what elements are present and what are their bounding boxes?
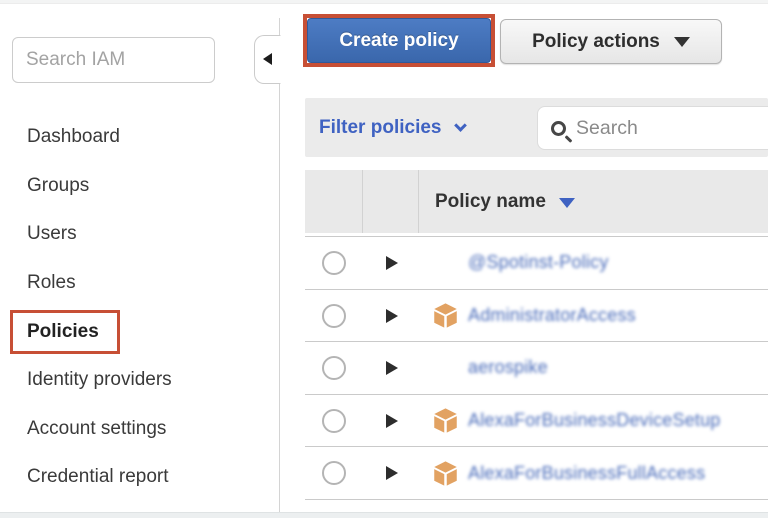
policy-search-input[interactable]	[576, 117, 768, 140]
aws-managed-policy-icon	[432, 407, 459, 434]
sidebar-item-label: Users	[27, 223, 77, 245]
sidebar-item-users[interactable]: Users	[0, 210, 278, 259]
policy-name-cell: @Spotinst-Policy	[432, 237, 609, 289]
policy-table-row: AdministratorAccess	[305, 290, 768, 343]
sidebar-item-account-settings[interactable]: Account settings	[0, 405, 278, 454]
sidebar-item-credential-report[interactable]: Credential report	[0, 453, 278, 502]
iam-console-screen: Dashboard Groups Users Roles Policies Id…	[0, 0, 768, 518]
filter-policies-label: Filter policies	[319, 117, 441, 139]
sidebar-item-label: Policies	[10, 310, 120, 354]
policy-name-link[interactable]: aerospike	[468, 357, 548, 378]
aws-managed-policy-icon	[432, 354, 459, 381]
policy-table-body: @Spotinst-Policy AdministratorAccess	[305, 236, 768, 500]
filter-bar: Filter policies	[305, 98, 768, 157]
sort-desc-icon	[559, 198, 575, 208]
policy-name-link[interactable]: AdministratorAccess	[468, 305, 636, 326]
create-policy-button[interactable]: Create policy	[307, 18, 491, 63]
policy-name-column-header[interactable]: Policy name	[435, 170, 575, 233]
filter-policies-dropdown[interactable]: Filter policies	[319, 117, 465, 139]
column-separator	[362, 170, 363, 233]
sidebar-item-label: Credential report	[27, 466, 169, 488]
policy-name-link[interactable]: AlexaForBusinessFullAccess	[468, 463, 705, 484]
sidebar-item-label: Roles	[27, 272, 76, 294]
caret-down-icon	[674, 37, 690, 47]
create-policy-highlight-box: Create policy	[303, 14, 495, 67]
column-separator	[418, 170, 419, 233]
search-icon	[551, 121, 566, 136]
policies-main-panel: Create policy Policy actions Filter poli…	[280, 0, 768, 518]
policy-name-cell: AdministratorAccess	[432, 290, 636, 342]
sidebar-collapse-tab[interactable]	[254, 35, 281, 84]
chevron-down-icon	[455, 119, 468, 132]
sidebar-item-roles[interactable]: Roles	[0, 259, 278, 308]
select-policy-radio[interactable]	[322, 304, 346, 328]
policy-name-link[interactable]: @Spotinst-Policy	[468, 252, 609, 273]
policy-search-box	[537, 106, 768, 150]
policy-name-link[interactable]: AlexaForBusinessDeviceSetup	[468, 410, 721, 431]
policy-table-row: AlexaForBusinessDeviceSetup	[305, 395, 768, 448]
policy-table-row: aerospike	[305, 342, 768, 395]
expand-row-caret-icon[interactable]	[386, 414, 398, 428]
sidebar-item-label: Groups	[27, 175, 89, 197]
sidebar-item-groups[interactable]: Groups	[0, 162, 278, 211]
chevron-left-icon	[263, 53, 272, 65]
policy-actions-label: Policy actions	[532, 31, 660, 53]
sidebar-item-label: Account settings	[27, 418, 166, 440]
policy-actions-button[interactable]: Policy actions	[500, 19, 722, 64]
select-policy-radio[interactable]	[322, 461, 346, 485]
window-bottom-edge	[0, 512, 768, 518]
expand-row-caret-icon[interactable]	[386, 309, 398, 323]
select-policy-radio[interactable]	[322, 251, 346, 275]
expand-row-caret-icon[interactable]	[386, 256, 398, 270]
policy-name-header-label: Policy name	[435, 191, 546, 213]
select-policy-radio[interactable]	[322, 356, 346, 380]
policy-name-cell: AlexaForBusinessDeviceSetup	[432, 395, 721, 447]
aws-managed-policy-icon	[432, 249, 459, 276]
policy-table-row: AlexaForBusinessFullAccess	[305, 447, 768, 500]
policy-table-header: Policy name	[305, 170, 768, 233]
sidebar-item-label: Dashboard	[27, 126, 120, 148]
expand-row-caret-icon[interactable]	[386, 361, 398, 375]
aws-managed-policy-icon	[432, 302, 459, 329]
sidebar-item-identity-providers[interactable]: Identity providers	[0, 356, 278, 405]
sidebar-item-label: Identity providers	[27, 369, 172, 391]
sidebar-item-policies[interactable]: Policies	[0, 307, 278, 356]
policy-name-cell: AlexaForBusinessFullAccess	[432, 447, 705, 499]
search-iam-input[interactable]	[12, 37, 215, 83]
select-policy-radio[interactable]	[322, 409, 346, 433]
policy-table-row: @Spotinst-Policy	[305, 237, 768, 290]
expand-row-caret-icon[interactable]	[386, 466, 398, 480]
sidebar-item-dashboard[interactable]: Dashboard	[0, 113, 278, 162]
aws-managed-policy-icon	[432, 460, 459, 487]
policy-name-cell: aerospike	[432, 342, 548, 394]
sidebar-nav: Dashboard Groups Users Roles Policies Id…	[0, 113, 278, 502]
